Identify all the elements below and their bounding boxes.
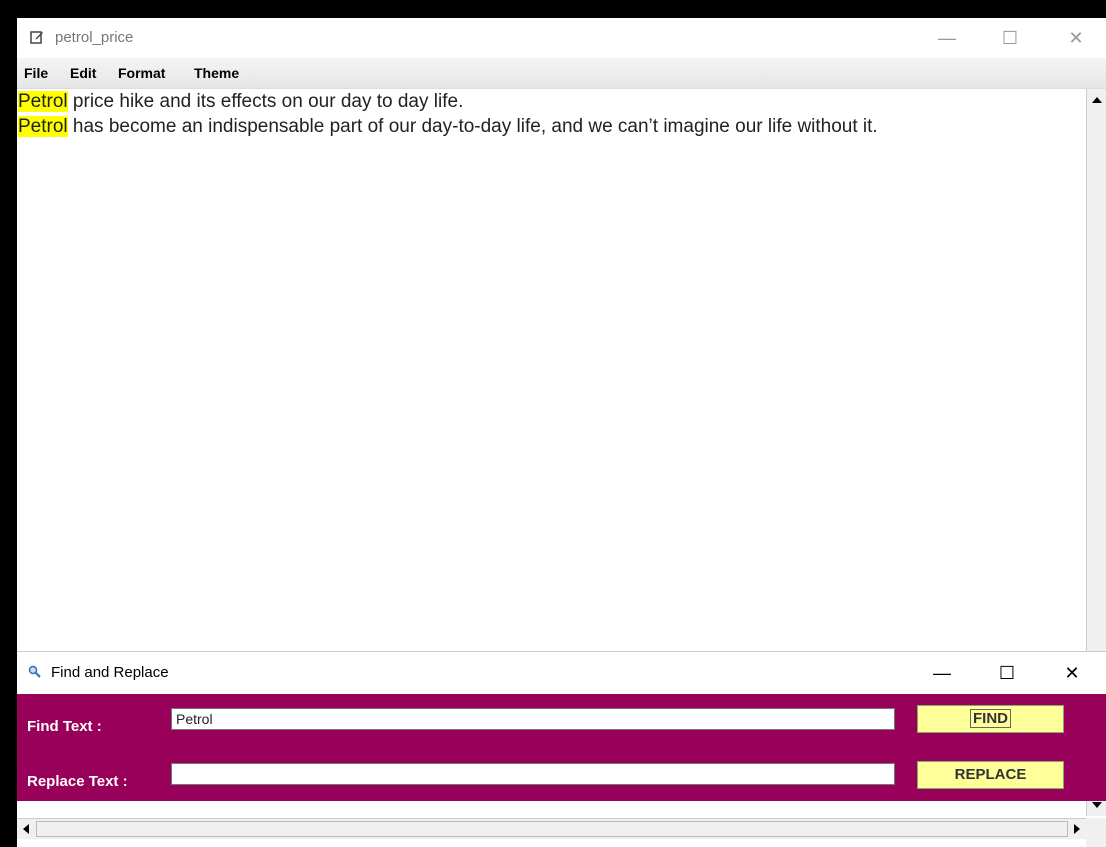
replace-button[interactable]: REPLACE bbox=[917, 761, 1064, 789]
find-text-label: Find Text : bbox=[27, 718, 102, 735]
find-replace-dialog: Find and Replace — ☐ ✕ Find Text : FIND … bbox=[17, 651, 1106, 801]
menu-format[interactable]: Format bbox=[118, 65, 165, 81]
search-icon bbox=[28, 665, 41, 678]
find-button-label: FIND bbox=[970, 709, 1011, 728]
dialog-maximize-button[interactable]: ☐ bbox=[987, 660, 1027, 686]
scroll-thumb[interactable] bbox=[36, 821, 1068, 837]
dialog-close-button[interactable]: ✕ bbox=[1052, 660, 1092, 686]
search-highlight: Petrol bbox=[18, 116, 68, 137]
scroll-up-icon[interactable] bbox=[1092, 97, 1102, 103]
find-button[interactable]: FIND bbox=[917, 705, 1064, 733]
edit-icon bbox=[30, 31, 43, 44]
line-text: price hike and its effects on our day to… bbox=[67, 91, 464, 112]
dialog-title: Find and Replace bbox=[51, 664, 169, 681]
menu-edit[interactable]: Edit bbox=[70, 65, 96, 81]
close-button[interactable]: ✕ bbox=[1056, 24, 1096, 52]
editor-line: Petrol price hike and its effects on our… bbox=[17, 89, 1086, 114]
line-text: has become an indispensable part of our … bbox=[67, 116, 878, 137]
scroll-right-icon[interactable] bbox=[1074, 824, 1080, 834]
menu-file[interactable]: File bbox=[24, 65, 48, 81]
title-bar: petrol_price — ☐ ✕ bbox=[17, 18, 1106, 58]
menu-theme[interactable]: Theme bbox=[194, 65, 239, 81]
scroll-left-icon[interactable] bbox=[23, 824, 29, 834]
dialog-title-bar: Find and Replace — ☐ ✕ bbox=[17, 651, 1106, 694]
minimize-button[interactable]: — bbox=[927, 24, 967, 52]
dialog-minimize-button[interactable]: — bbox=[922, 660, 962, 686]
horizontal-scrollbar[interactable] bbox=[17, 818, 1086, 839]
window-title: petrol_price bbox=[55, 29, 134, 46]
editor-line: Petrol has become an indispensable part … bbox=[17, 114, 1086, 139]
find-text-input[interactable] bbox=[171, 708, 895, 730]
replace-text-label: Replace Text : bbox=[27, 773, 128, 790]
maximize-button[interactable]: ☐ bbox=[990, 24, 1030, 52]
replace-text-input[interactable] bbox=[171, 763, 895, 785]
scroll-corner bbox=[1086, 818, 1106, 847]
scroll-down-icon[interactable] bbox=[1092, 802, 1102, 808]
menu-bar: File Edit Format Theme bbox=[17, 58, 1106, 89]
search-highlight: Petrol bbox=[18, 91, 68, 112]
